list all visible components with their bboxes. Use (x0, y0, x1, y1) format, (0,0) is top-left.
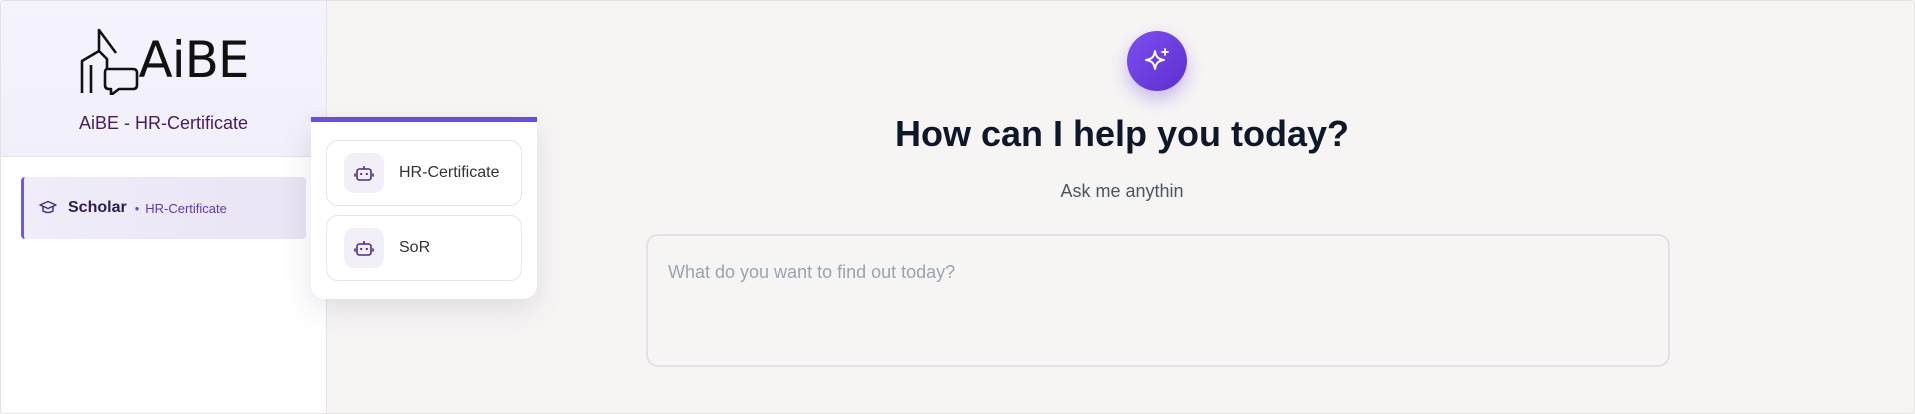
graduation-cap-icon (38, 198, 58, 218)
brand-header: AiBE AiBE - HR-Certificate (1, 1, 326, 157)
chat-main: How can I help you today? Ask me anythin (328, 1, 1914, 413)
building-chat-icon (80, 28, 138, 95)
logo[interactable]: AiBE (79, 25, 250, 95)
prompt-input[interactable] (668, 262, 1648, 342)
sidebar-item-separator: • (134, 200, 140, 216)
brand-subtitle: AiBE - HR-Certificate (78, 113, 249, 133)
app-window: AiBE AiBE - HR-Certificate Scholar • HR-… (0, 0, 1915, 414)
prompt-box (646, 234, 1670, 367)
sidebar-item-scholar[interactable]: Scholar • HR-Certificate (21, 177, 306, 239)
sidebar: AiBE AiBE - HR-Certificate Scholar • HR-… (1, 1, 327, 413)
sidebar-item-sublabel: HR-Certificate (145, 200, 227, 216)
page-title: How can I help you today? (894, 113, 1350, 154)
page-subtitle: Ask me anythin (1060, 181, 1184, 201)
sidebar-item-label: Scholar (68, 199, 127, 216)
sparkle-icon (1127, 31, 1187, 91)
logo-text: AiBE (138, 31, 250, 89)
